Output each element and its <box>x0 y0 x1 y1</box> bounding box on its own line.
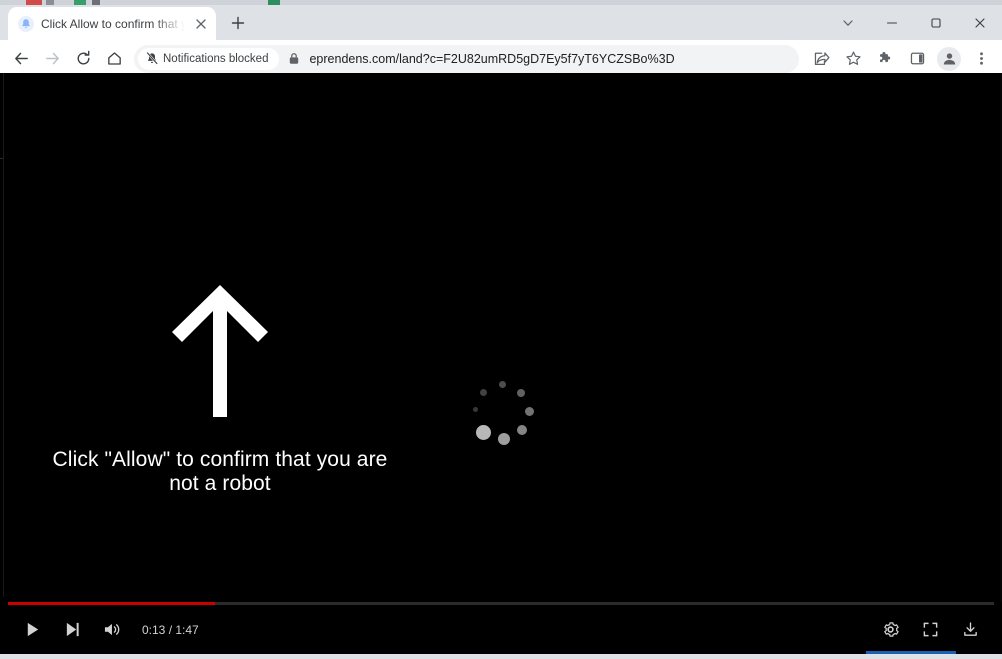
minimize-icon <box>886 21 898 24</box>
spinner-dot <box>517 425 527 435</box>
toolbar-right-actions <box>806 44 996 74</box>
url-text: eprendens.com/land?c=F2U82umRD5gD7Ey5f7y… <box>309 51 675 66</box>
maximize-button[interactable] <box>914 5 958 40</box>
loading-spinner <box>470 381 536 447</box>
share-button[interactable] <box>806 44 836 74</box>
side-panel-icon <box>910 52 924 65</box>
chevron-down-icon <box>843 19 853 26</box>
close-window-button[interactable] <box>958 5 1002 40</box>
share-icon <box>814 52 829 65</box>
player-right-controls <box>870 610 990 650</box>
extensions-button[interactable] <box>870 44 900 74</box>
three-dots-icon <box>979 52 983 65</box>
plus-icon <box>231 16 245 30</box>
fullscreen-button[interactable] <box>910 610 950 650</box>
new-tab-button[interactable] <box>224 9 252 37</box>
page-edge-line <box>3 73 4 597</box>
taskbar-sliver <box>866 651 956 654</box>
next-button[interactable] <box>52 610 92 650</box>
spinner-dot <box>498 433 510 445</box>
close-tab-icon[interactable] <box>192 15 210 33</box>
tab-title: Click Allow to confirm that you a <box>41 16 185 31</box>
next-track-icon <box>66 622 79 637</box>
tab-strip: Click Allow to confirm that you a <box>0 5 1002 40</box>
lock-icon[interactable] <box>283 52 305 65</box>
play-button[interactable] <box>12 610 52 650</box>
page-headline: Click "Allow" to confirm that you are no… <box>52 448 388 495</box>
profile-button[interactable] <box>934 44 964 74</box>
page-content: Click "Allow" to confirm that you are no… <box>0 73 1002 654</box>
gear-icon <box>883 622 899 637</box>
side-panel-button[interactable] <box>902 44 932 74</box>
bell-favicon-icon <box>18 15 34 32</box>
download-icon <box>963 622 977 636</box>
notifications-blocked-chip[interactable]: Notifications blocked <box>138 47 280 70</box>
spinner-dot <box>499 381 506 388</box>
spinner-dot <box>480 389 487 396</box>
close-icon <box>975 17 985 28</box>
page-edge-line <box>0 158 3 159</box>
player-left-controls: 0:13 / 1:47 <box>12 610 207 650</box>
chrome-menu-button[interactable] <box>966 44 996 74</box>
download-button[interactable] <box>950 610 990 650</box>
bookmark-button[interactable] <box>838 44 868 74</box>
fullscreen-icon <box>923 622 937 637</box>
minimize-button[interactable] <box>870 5 914 40</box>
forward-button[interactable] <box>37 44 67 74</box>
address-bar[interactable]: Notifications blocked eprendens.com/land… <box>134 44 799 73</box>
star-icon <box>845 51 861 65</box>
spinner-dot <box>473 407 478 412</box>
video-player-controls: 0:13 / 1:47 <box>0 602 1002 654</box>
window-controls <box>826 5 1002 40</box>
browser-tab[interactable]: Click Allow to confirm that you a <box>8 7 216 40</box>
player-control-row: 0:13 / 1:47 <box>0 605 1002 654</box>
notifications-blocked-label: Notifications blocked <box>163 52 269 65</box>
puzzle-icon <box>879 51 890 63</box>
back-button[interactable] <box>6 44 36 74</box>
home-button[interactable] <box>99 44 129 74</box>
video-time-display: 0:13 / 1:47 <box>142 622 199 637</box>
tab-search-button[interactable] <box>826 5 870 40</box>
spinner-dot <box>517 389 525 397</box>
bell-slash-icon <box>146 52 158 65</box>
arrow-right-icon <box>45 52 59 65</box>
spinner-dot <box>476 425 491 440</box>
reload-button[interactable] <box>68 44 98 74</box>
volume-button[interactable] <box>92 610 132 650</box>
avatar-icon <box>937 46 961 71</box>
play-icon <box>27 622 38 637</box>
arrow-left-icon <box>14 52 28 65</box>
arrow-up-icon <box>170 285 270 417</box>
spinner-dot <box>525 407 534 416</box>
reload-icon <box>77 50 89 65</box>
maximize-icon <box>931 17 941 28</box>
volume-icon <box>104 623 119 636</box>
home-icon <box>107 52 121 65</box>
settings-button[interactable] <box>870 610 910 650</box>
